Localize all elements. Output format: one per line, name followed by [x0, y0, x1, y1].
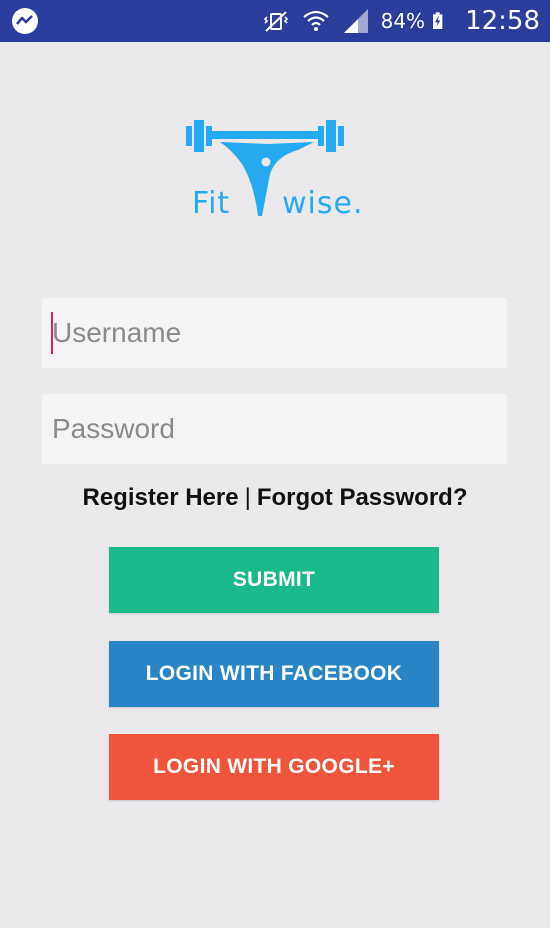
forgot-password-link[interactable]: Forgot Password? [257, 484, 468, 512]
password-input[interactable] [42, 394, 507, 464]
login-screen: 84% 12:58 Fit wise. Username Register He… [0, 0, 550, 928]
text-cursor [51, 312, 53, 354]
login-google-button[interactable]: LOGIN WITH GOOGLE+ [109, 734, 439, 800]
auth-links: Register Here | Forgot Password? [0, 484, 550, 512]
app-logo: Fit wise. [184, 114, 374, 224]
battery-charging-icon [433, 12, 443, 29]
logo-text-fit: Fit [192, 186, 231, 221]
links-separator: | [244, 484, 251, 511]
submit-button[interactable]: SUBMIT [109, 547, 439, 613]
clock: 12:58 [465, 6, 540, 36]
messenger-icon [12, 8, 38, 34]
status-bar: 84% 12:58 [0, 0, 550, 42]
vibrate-icon [263, 11, 288, 32]
username-input[interactable] [42, 298, 507, 368]
logo-text-wise: wise. [282, 186, 364, 221]
register-link[interactable]: Register Here [83, 484, 239, 512]
login-facebook-button[interactable]: LOGIN WITH FACEBOOK [109, 641, 439, 707]
wifi-icon [302, 10, 329, 31]
signal-icon [343, 9, 368, 33]
battery-percentage: 84% [380, 9, 426, 33]
status-icons: 84% 12:58 [261, 0, 540, 42]
